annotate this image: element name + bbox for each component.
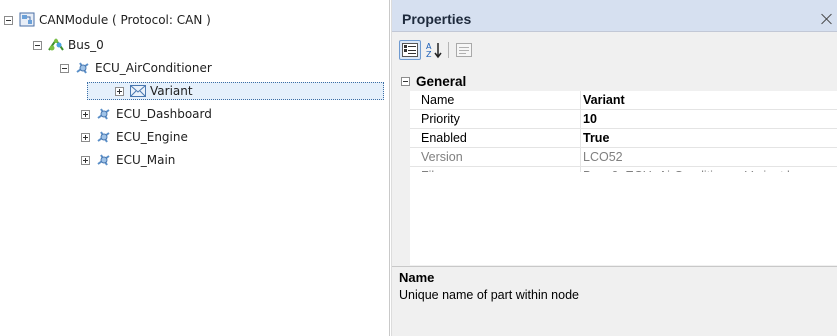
expand-toggle-icon[interactable] bbox=[81, 132, 90, 142]
categorized-icon bbox=[402, 43, 418, 57]
ecu-icon bbox=[95, 152, 113, 168]
tree-node-canmodule[interactable]: CANModule ( Protocol: CAN ) bbox=[4, 11, 211, 29]
property-row-enabled[interactable]: Enabled True bbox=[392, 129, 837, 148]
property-row-version[interactable]: Version LCO52 bbox=[392, 148, 837, 167]
property-name: Version bbox=[421, 150, 463, 164]
property-grid-empty-area bbox=[392, 172, 837, 265]
tree-node-bus[interactable]: Bus_0 bbox=[33, 36, 104, 54]
collapse-toggle-icon[interactable] bbox=[60, 63, 69, 73]
tree-node-ecu-airconditioner[interactable]: ECU_AirConditioner bbox=[60, 59, 212, 77]
envelope-icon bbox=[129, 83, 147, 99]
property-pages-button[interactable] bbox=[453, 40, 475, 60]
tree-node-ecu-main[interactable]: ECU_Main bbox=[81, 151, 175, 169]
ecu-icon bbox=[95, 129, 113, 145]
property-value[interactable]: True bbox=[583, 129, 609, 148]
alphabetical-button[interactable]: A Z bbox=[423, 40, 445, 60]
collapse-toggle-icon[interactable] bbox=[401, 77, 410, 86]
svg-text:Z: Z bbox=[426, 50, 432, 59]
properties-title-bar: Properties bbox=[392, 0, 837, 32]
expand-toggle-icon[interactable] bbox=[115, 86, 124, 96]
expand-toggle-icon[interactable] bbox=[81, 155, 90, 165]
category-label: General bbox=[416, 74, 467, 89]
property-value: LCO52 bbox=[583, 150, 623, 164]
category-row-general[interactable]: General bbox=[392, 72, 837, 91]
tree-node-label: Bus_0 bbox=[68, 38, 104, 52]
sort-az-icon: A Z bbox=[426, 42, 442, 59]
property-row-priority[interactable]: Priority 10 bbox=[392, 110, 837, 129]
properties-toolbar: A Z bbox=[392, 33, 837, 63]
help-title: Name bbox=[399, 270, 435, 285]
tree-node-label: Variant bbox=[150, 84, 193, 98]
collapse-toggle-icon[interactable] bbox=[33, 40, 42, 50]
property-pages-icon bbox=[456, 43, 472, 57]
properties-title: Properties bbox=[402, 11, 472, 27]
collapse-toggle-icon[interactable] bbox=[4, 15, 13, 25]
categorized-button[interactable] bbox=[399, 40, 421, 60]
property-value[interactable]: Variant bbox=[583, 91, 625, 110]
module-tree[interactable]: CANModule ( Protocol: CAN ) Bus_0 ECU_Ai… bbox=[0, 0, 390, 336]
tree-node-label: CANModule ( Protocol: CAN ) bbox=[39, 13, 211, 27]
tree-node-variant[interactable]: Variant bbox=[87, 82, 384, 100]
tree-node-ecu-dashboard[interactable]: ECU_Dashboard bbox=[81, 105, 212, 123]
tree-node-ecu-engine[interactable]: ECU_Engine bbox=[81, 128, 188, 146]
help-description: Unique name of part within node bbox=[399, 288, 579, 302]
ecu-icon bbox=[74, 60, 92, 76]
property-name: Enabled bbox=[421, 131, 467, 145]
property-row-name[interactable]: Name Variant bbox=[392, 91, 837, 110]
properties-panel: Properties A Z General Name Variant Prio… bbox=[391, 0, 837, 336]
tree-node-label: ECU_Dashboard bbox=[116, 107, 212, 121]
bus-icon bbox=[47, 37, 65, 53]
close-icon[interactable] bbox=[820, 12, 834, 26]
property-grid: General Name Variant Priority 10 Enabled… bbox=[392, 72, 837, 186]
ecu-icon bbox=[95, 106, 113, 122]
module-diagram-icon bbox=[18, 12, 36, 28]
toolbar-separator bbox=[448, 42, 449, 58]
tree-node-label: ECU_Main bbox=[116, 153, 176, 167]
tree-node-label: ECU_AirConditioner bbox=[95, 61, 212, 75]
property-name: Priority bbox=[421, 112, 460, 126]
help-panel: Name Unique name of part within node bbox=[392, 266, 837, 336]
property-value[interactable]: 10 bbox=[583, 110, 597, 129]
property-name: Name bbox=[421, 93, 455, 107]
expand-toggle-icon[interactable] bbox=[81, 109, 90, 119]
tree-node-label: ECU_Engine bbox=[116, 130, 188, 144]
